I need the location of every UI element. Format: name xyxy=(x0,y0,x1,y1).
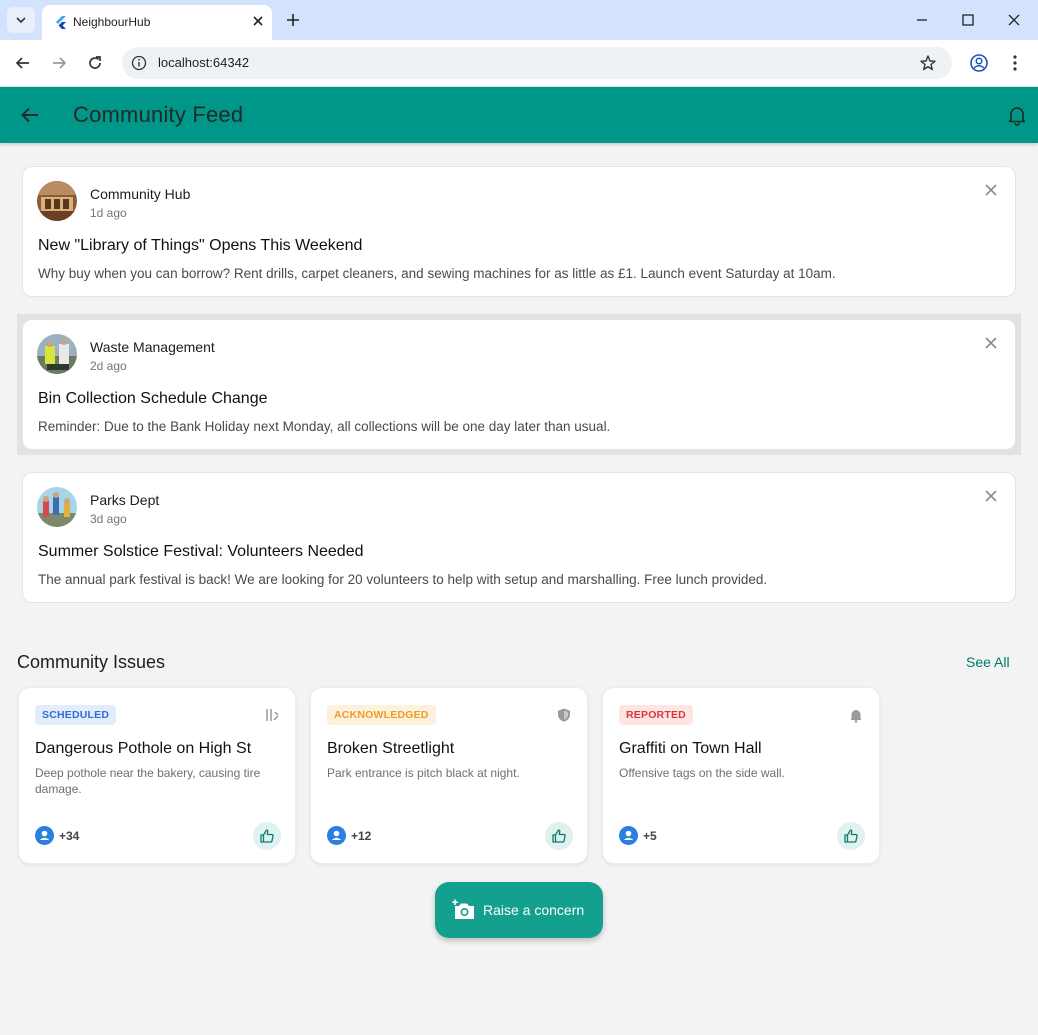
issue-card[interactable]: ACKNOWLEDGED Broken Streetlight Park ent… xyxy=(310,687,588,864)
issue-title: Broken Streetlight xyxy=(327,740,455,757)
status-badge: ACKNOWLEDGED xyxy=(327,705,436,725)
issue-description: Deep pothole near the bakery, causing ti… xyxy=(35,766,261,796)
issue-title: Graffiti on Town Hall xyxy=(619,740,762,757)
status-badge: REPORTED xyxy=(619,705,693,725)
upvote-button[interactable] xyxy=(545,822,573,850)
post-author: Waste Management xyxy=(90,339,215,355)
browser-tab-bar: NeighbourHub xyxy=(0,0,1038,40)
post-body: Reminder: Due to the Bank Holiday next M… xyxy=(38,419,611,434)
back-arrow-icon[interactable] xyxy=(19,104,41,126)
close-tab-icon[interactable] xyxy=(250,13,266,29)
shield-icon xyxy=(558,708,570,722)
app-bar: Community Feed xyxy=(0,87,1038,143)
post-time: 1d ago xyxy=(90,206,127,220)
post-title: Summer Solstice Festival: Volunteers Nee… xyxy=(38,543,364,560)
post-title: Bin Collection Schedule Change xyxy=(38,390,268,407)
issue-description: Offensive tags on the side wall. xyxy=(619,766,785,780)
bookmark-star-icon[interactable] xyxy=(919,54,937,72)
user-avatar-icon xyxy=(35,826,54,845)
avatar xyxy=(37,487,77,527)
site-info-icon[interactable] xyxy=(131,55,147,71)
chevron-down-icon xyxy=(16,17,26,24)
browser-toolbar: localhost:64342 xyxy=(0,40,1038,87)
issue-card[interactable]: REPORTED Graffiti on Town Hall Offensive… xyxy=(602,687,880,864)
maximize-icon[interactable] xyxy=(959,11,977,29)
minimize-icon[interactable] xyxy=(913,11,931,29)
post-time: 3d ago xyxy=(90,512,127,526)
close-icon[interactable] xyxy=(983,182,999,198)
url-text: localhost:64342 xyxy=(158,55,250,70)
post-title: New "Library of Things" Opens This Weeke… xyxy=(38,237,363,254)
upvote-button[interactable] xyxy=(837,822,865,850)
post-author: Community Hub xyxy=(90,186,191,202)
forward-icon[interactable] xyxy=(49,53,69,73)
post-body: The annual park festival is back! We are… xyxy=(38,572,768,587)
status-badge: SCHEDULED xyxy=(35,705,117,725)
post-author: Parks Dept xyxy=(90,492,160,508)
notifications-bell-icon[interactable] xyxy=(1006,104,1028,126)
profile-icon[interactable] xyxy=(969,53,989,73)
user-avatar-icon xyxy=(619,826,638,845)
bell-icon xyxy=(850,710,862,723)
issue-title: Dangerous Pothole on High St xyxy=(35,740,252,757)
supporter-count: +12 xyxy=(351,829,372,843)
page-title: Community Feed xyxy=(73,102,244,127)
new-tab-icon[interactable] xyxy=(283,10,303,30)
feed-post[interactable]: Community Hub 1d ago New "Library of Thi… xyxy=(22,166,1016,297)
thumbs-up-icon xyxy=(552,829,566,843)
supporter-count: +5 xyxy=(643,829,657,843)
thumbs-up-icon xyxy=(260,829,274,843)
raise-concern-button[interactable]: Raise a concern xyxy=(435,882,603,938)
issue-description: Park entrance is pitch black at night. xyxy=(327,766,520,780)
tab-search-button[interactable] xyxy=(7,7,35,33)
issue-card[interactable]: SCHEDULED Dangerous Pothole on High St D… xyxy=(18,687,296,864)
see-all-link[interactable]: See All xyxy=(966,654,1010,670)
flutter-icon xyxy=(56,16,66,29)
back-icon[interactable] xyxy=(13,53,33,73)
raise-concern-label: Raise a concern xyxy=(483,902,585,918)
post-time: 2d ago xyxy=(90,359,127,373)
close-window-icon[interactable] xyxy=(1005,11,1023,29)
close-icon[interactable] xyxy=(983,488,999,504)
browser-tab[interactable]: NeighbourHub xyxy=(42,5,272,40)
add-photo-icon xyxy=(452,899,474,919)
avatar xyxy=(37,334,77,374)
tab-title: NeighbourHub xyxy=(73,15,151,29)
upvote-button[interactable] xyxy=(253,822,281,850)
avatar xyxy=(37,181,77,221)
schedule-tools-icon xyxy=(266,709,279,721)
menu-kebab-icon[interactable] xyxy=(1005,53,1025,73)
feed-post[interactable]: Parks Dept 3d ago Summer Solstice Festiv… xyxy=(22,472,1016,603)
section-title: Community Issues xyxy=(17,652,166,672)
address-bar[interactable]: localhost:64342 xyxy=(122,47,952,79)
reload-icon[interactable] xyxy=(85,53,105,73)
supporter-count: +34 xyxy=(59,829,80,843)
user-avatar-icon xyxy=(327,826,346,845)
post-body: Why buy when you can borrow? Rent drills… xyxy=(38,266,836,281)
feed-post[interactable]: Waste Management 2d ago Bin Collection S… xyxy=(22,319,1016,450)
close-icon[interactable] xyxy=(983,335,999,351)
thumbs-up-icon xyxy=(844,829,858,843)
